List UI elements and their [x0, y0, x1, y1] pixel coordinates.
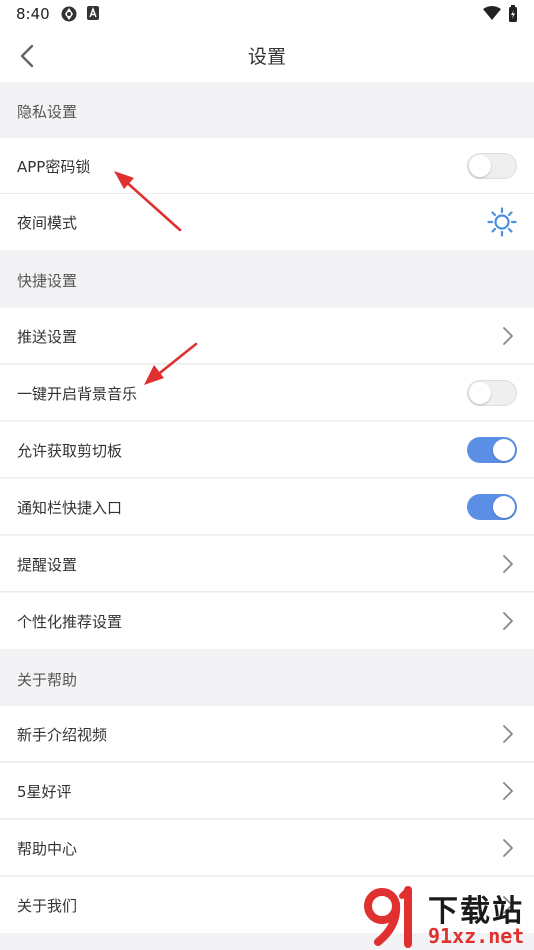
chevron-right-icon — [503, 327, 513, 345]
row-label: 一键开启背景音乐 — [17, 385, 138, 403]
sun-icon[interactable] — [486, 206, 518, 238]
section-title: 隐私设置 — [17, 103, 78, 121]
settings-row-rate[interactable]: 5星好评 — [0, 763, 534, 819]
section-header-privacy: 隐私设置 — [0, 82, 534, 138]
chevron-right-icon — [503, 555, 513, 573]
settings-row-night-mode[interactable]: 夜间模式 — [0, 194, 534, 250]
watermark: 下载站 91xz.net — [362, 880, 534, 950]
notification-shortcut-toggle[interactable] — [467, 494, 517, 520]
section-title: 快捷设置 — [17, 272, 78, 290]
section-header-quick: 快捷设置 — [0, 250, 534, 308]
row-label: 关于我们 — [17, 897, 78, 915]
watermark-logo-icon — [364, 886, 412, 948]
settings-row-clipboard[interactable]: 允许获取剪切板 — [0, 422, 534, 478]
clipboard-toggle[interactable] — [467, 437, 517, 463]
row-label: 允许获取剪切板 — [17, 442, 123, 460]
settings-row-push[interactable]: 推送设置 — [0, 308, 534, 364]
settings-row-bg-music[interactable]: 一键开启背景音乐 — [0, 365, 534, 421]
status-bar: 8:40 — [0, 0, 534, 28]
row-label: 提醒设置 — [17, 556, 78, 574]
row-label: APP密码锁 — [17, 158, 91, 176]
status-time: 8:40 — [16, 5, 50, 23]
toggle-knob — [469, 155, 491, 177]
watermark-url: 91xz.net — [428, 924, 525, 948]
row-label: 夜间模式 — [17, 214, 78, 232]
app-header: 设置 — [0, 28, 534, 82]
chevron-right-icon — [503, 839, 513, 857]
settings-row-personalized[interactable]: 个性化推荐设置 — [0, 593, 534, 649]
row-label: 通知栏快捷入口 — [17, 499, 123, 517]
wifi-icon — [483, 6, 501, 20]
toggle-knob — [493, 496, 515, 518]
chevron-right-icon — [503, 725, 513, 743]
row-label: 5星好评 — [17, 783, 72, 801]
section-header-about: 关于帮助 — [0, 649, 534, 706]
settings-row-app-lock[interactable]: APP密码锁 — [0, 138, 534, 194]
toggle-knob — [469, 382, 491, 404]
page-title: 设置 — [247, 46, 286, 68]
settings-row-notification-shortcut[interactable]: 通知栏快捷入口 — [0, 479, 534, 535]
chevron-right-icon — [503, 612, 513, 630]
settings-row-intro-video[interactable]: 新手介绍视频 — [0, 706, 534, 762]
battery-charging-icon — [509, 5, 517, 22]
bg-music-toggle[interactable] — [467, 380, 517, 406]
settings-row-help-center[interactable]: 帮助中心 — [0, 820, 534, 876]
row-label: 帮助中心 — [17, 840, 78, 858]
aperture-icon — [61, 6, 77, 22]
row-label: 新手介绍视频 — [17, 726, 108, 744]
row-label: 推送设置 — [17, 328, 78, 346]
app-lock-toggle[interactable] — [467, 153, 517, 179]
section-title: 关于帮助 — [17, 671, 78, 689]
chevron-right-icon — [503, 782, 513, 800]
settings-row-reminder[interactable]: 提醒设置 — [0, 536, 534, 592]
row-label: 个性化推荐设置 — [17, 613, 123, 631]
a-badge-icon — [87, 6, 99, 20]
toggle-knob — [493, 439, 515, 461]
